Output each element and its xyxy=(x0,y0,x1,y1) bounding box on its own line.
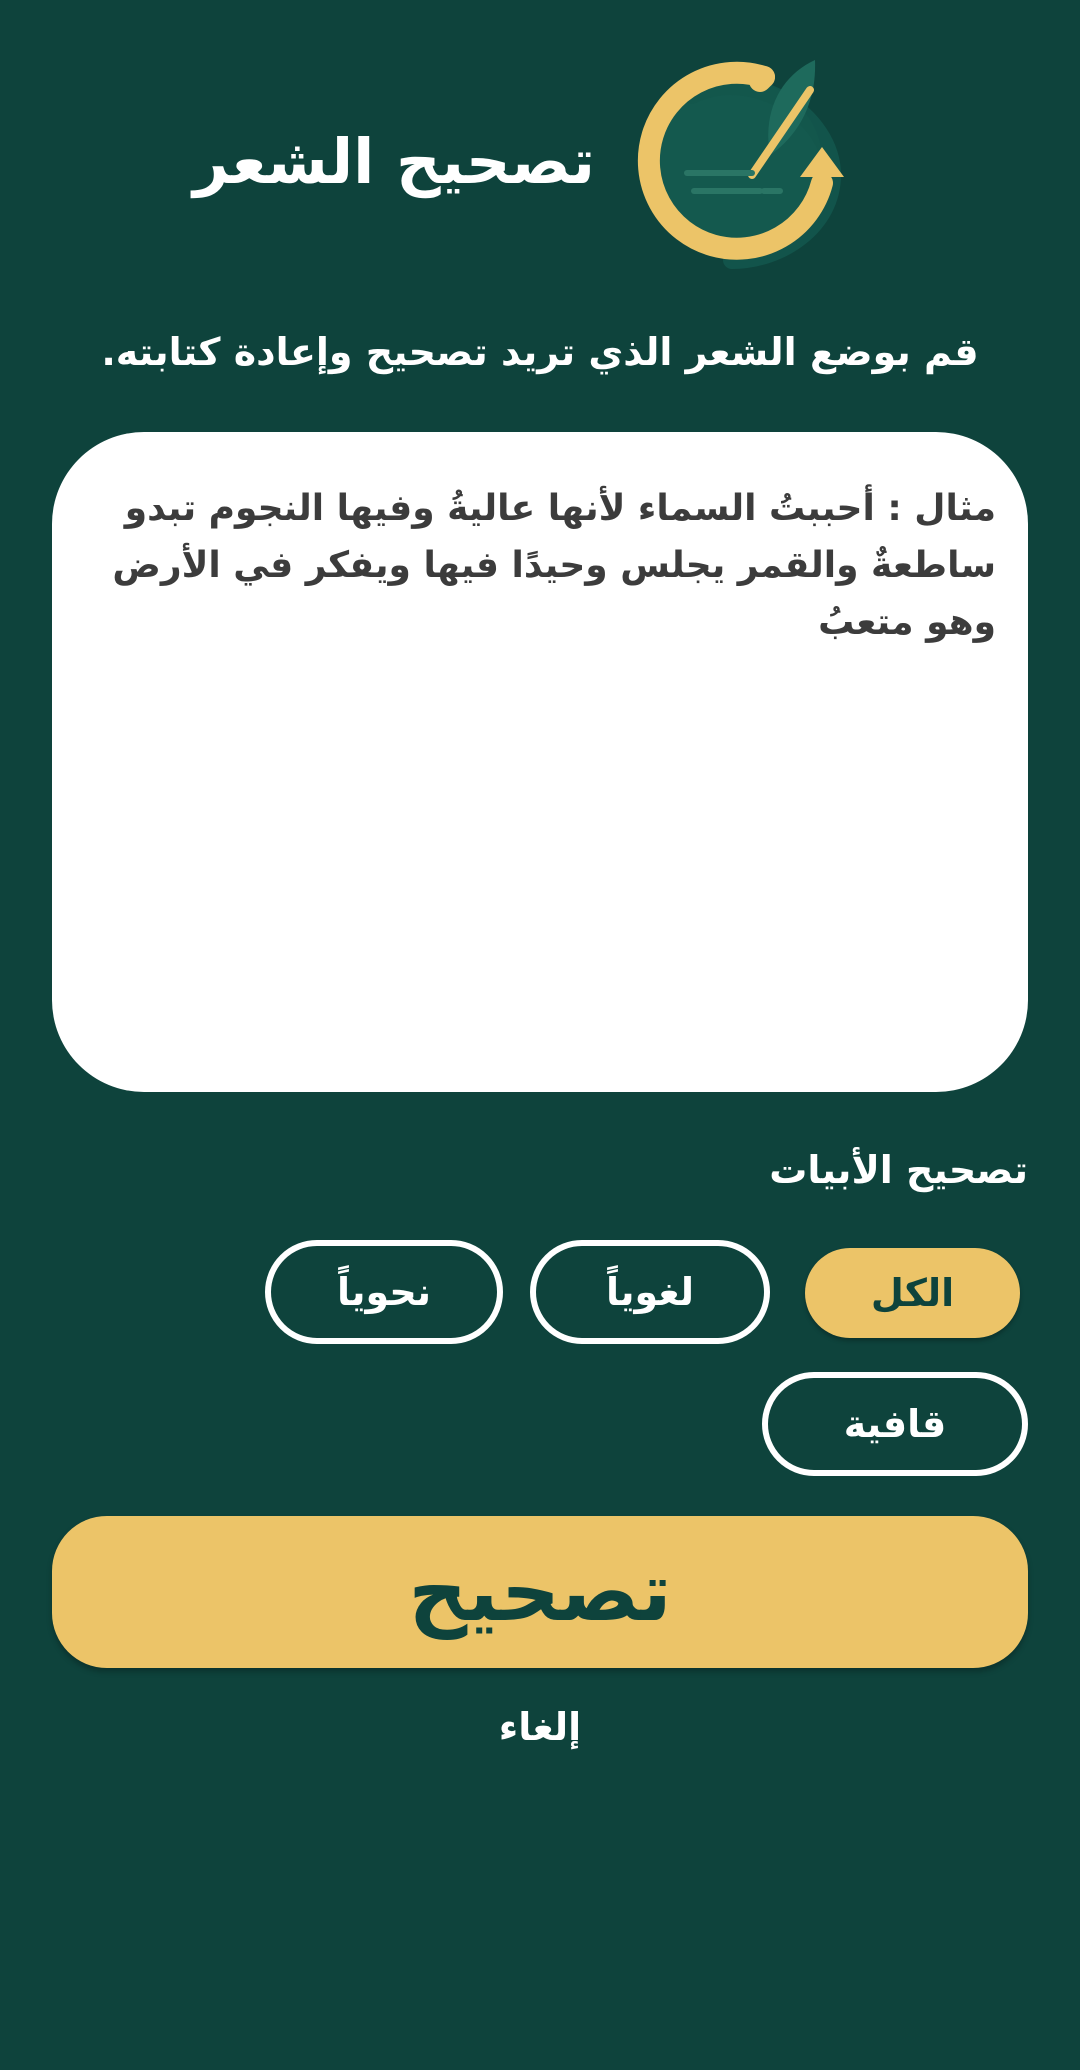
circular-arrow-quill-logo-icon xyxy=(637,60,844,269)
app-header: تصحيح الشعر xyxy=(0,55,1080,275)
poem-input-container xyxy=(52,432,1028,1092)
poem-input[interactable] xyxy=(102,480,996,1052)
correct-button[interactable]: تصحيح xyxy=(52,1516,1028,1668)
chip-linguistic[interactable]: لغوياً xyxy=(530,1240,770,1344)
chip-rhyme[interactable]: قافية xyxy=(762,1372,1028,1476)
cancel-button[interactable]: إلغاء xyxy=(0,1705,1080,1749)
page-title: تصحيح الشعر xyxy=(193,125,595,198)
correction-type-label: تصحيح الأبيات xyxy=(769,1148,1028,1192)
instruction-text: قم بوضع الشعر الذي تريد تصحيح وإعادة كتا… xyxy=(101,330,979,374)
chip-grammatical[interactable]: نحوياً xyxy=(265,1240,503,1344)
chip-all[interactable]: الكل xyxy=(805,1248,1020,1338)
